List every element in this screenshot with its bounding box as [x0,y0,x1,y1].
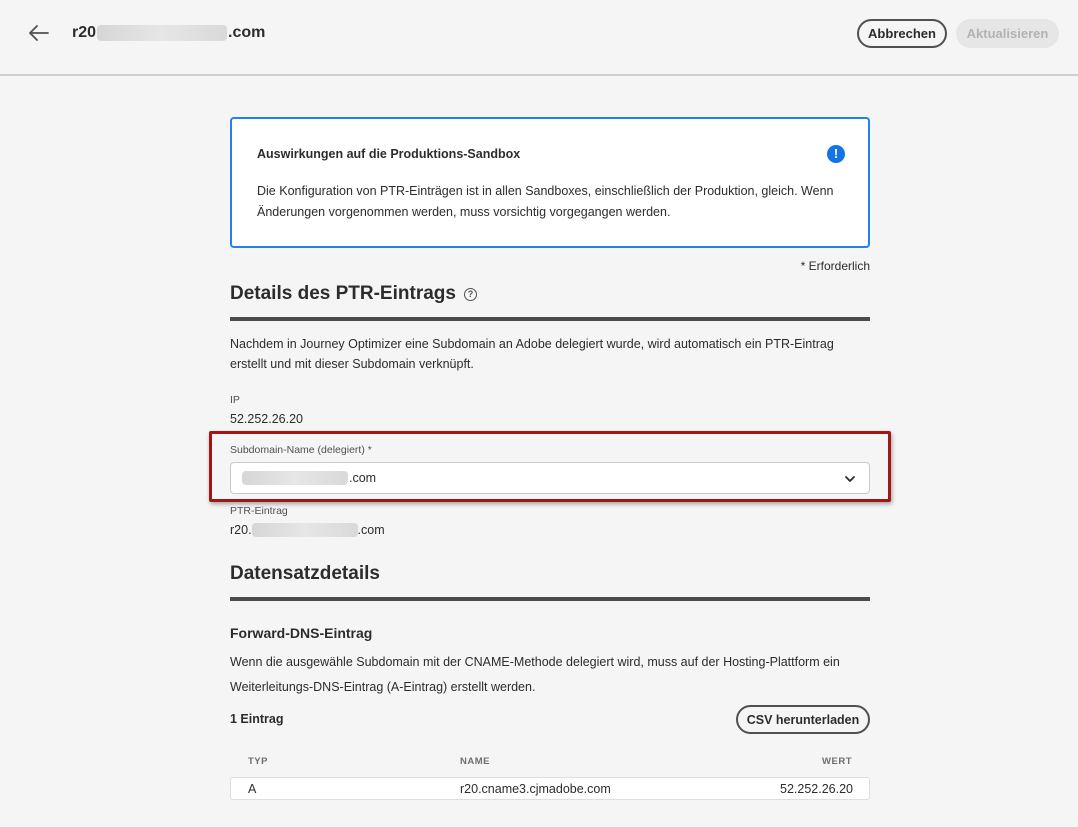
alert-info-icon: ! [827,145,845,163]
ptr-value-prefix: r20. [230,523,252,537]
entry-count: 1 Eintrag [230,712,284,726]
production-sandbox-alert: Auswirkungen auf die Produktions-Sandbox… [230,117,870,248]
ptr-record-label: PTR-Eintrag [230,505,288,517]
record-section-heading: Datensatzdetails [230,563,380,584]
cell-type: A [248,782,257,796]
title-prefix: r20 [72,24,97,41]
section-divider [230,597,870,601]
section-divider [230,317,870,321]
ip-value: 52.252.26.20 [230,412,303,426]
redacted-subdomain [242,471,348,485]
alert-body: Die Konfiguration von PTR-Einträgen ist … [257,184,834,219]
redacted-ptr [251,523,358,537]
redacted-domain [97,25,228,41]
chevron-down-icon [845,476,855,482]
ptr-record-value: r20. .com [230,523,385,537]
subdomain-select[interactable]: .com [230,462,870,494]
page-title: r20 .com [72,24,265,42]
update-button[interactable]: Aktualisieren [956,19,1059,48]
subdomain-value-suffix: .com [349,471,377,485]
cancel-button[interactable]: Abbrechen [857,19,947,48]
ptr-heading-text: Details des PTR-Eintrags [230,283,456,304]
back-arrow-icon[interactable] [26,20,52,46]
forward-dns-description: Wenn die ausgewähle Subdomain mit der CN… [230,655,840,694]
page-header: r20 .com Abbrechen Aktualisieren [0,0,1078,76]
column-header-name[interactable]: NAME [460,756,490,767]
column-header-type[interactable]: TYP [248,756,268,767]
cell-name: r20.cname3.cjmadobe.com [460,782,611,796]
ptr-value-suffix: .com [357,523,385,537]
ptr-section-heading: Details des PTR-Eintrags ? [230,283,477,305]
table-row: A r20.cname3.cjmadobe.com 52.252.26.20 [230,777,870,800]
title-suffix: .com [228,24,266,41]
alert-title: Auswirkungen auf die Produktions-Sandbox [257,147,521,161]
forward-dns-heading: Forward-DNS-Eintrag [230,625,373,641]
csv-download-button[interactable]: CSV herunterladen [736,705,870,734]
ip-label: IP [230,394,240,406]
ptr-description: Nachdem in Journey Optimizer eine Subdom… [230,337,834,371]
help-icon[interactable]: ? [463,287,477,301]
subdomain-label: Subdomain-Name (delegiert) * [230,444,372,456]
required-note: * Erforderlich [800,259,870,273]
cell-value: 52.252.26.20 [780,782,853,796]
column-header-value[interactable]: WERT [822,756,852,767]
